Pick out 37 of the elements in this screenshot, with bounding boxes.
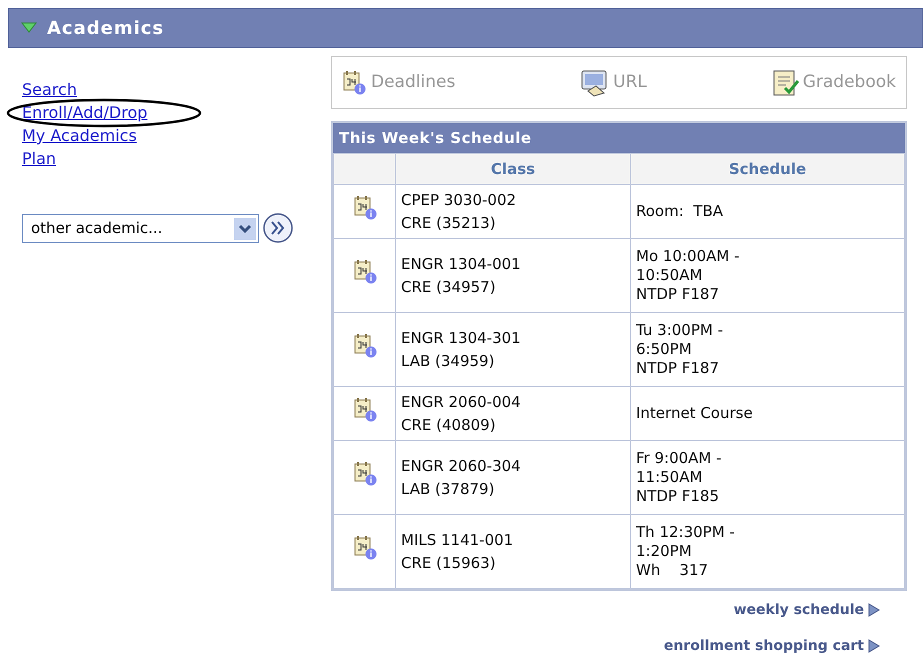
footer-link[interactable]: enrollment shopping cart: [664, 637, 880, 655]
table-cell: Mo 10:00AM - 10:50AM NTDP F187: [630, 238, 904, 312]
table-cell: Tu 3:00PM - 6:50PM NTDP F187: [630, 312, 904, 386]
table-cell: ENGR 2060-004 CRE (40809): [396, 386, 630, 440]
dropdown[interactable]: other academic...: [22, 214, 259, 243]
column-header: Schedule: [630, 154, 904, 184]
table-cell: CPEP 3030-002 CRE (35213): [396, 184, 630, 238]
table-cell: Th 12:30PM - 1:20PM Wh 317: [630, 514, 904, 588]
academics-link[interactable]: My Academics: [22, 126, 137, 145]
academics-link[interactable]: Plan: [22, 149, 56, 168]
table-cell: MILS 1141-001 CRE (15963): [396, 514, 630, 588]
calendar-info-icon[interactable]: [352, 333, 376, 360]
calendar-info-icon[interactable]: [352, 195, 376, 222]
panel-title: Academics: [47, 16, 164, 40]
calendar-info-icon[interactable]: [352, 397, 376, 424]
go-button[interactable]: [262, 212, 294, 244]
table-cell: ENGR 1304-001 CRE (34957): [396, 238, 630, 312]
table-title: This Week's Schedule: [333, 123, 905, 153]
table-cell: Room: TBA: [630, 184, 904, 238]
checklist-icon: [772, 68, 800, 96]
table-cell: Internet Course: [630, 386, 904, 440]
calendar-info-icon[interactable]: [352, 461, 376, 488]
triangle-down-icon: [21, 22, 37, 34]
chevron-down-icon: [234, 218, 256, 240]
table-cell: ENGR 1304-301 LAB (34959): [396, 312, 630, 386]
column-header: Class: [396, 154, 630, 184]
dropdown-value: other academic...: [31, 218, 162, 240]
play-arrow-icon: [868, 603, 880, 617]
panel-header[interactable]: Academics: [8, 8, 923, 48]
footer-link[interactable]: weekly schedule: [734, 601, 880, 619]
table-cell: Fr 9:00AM - 11:50AM NTDP F185: [630, 440, 904, 514]
calendar-info-icon: [342, 70, 368, 96]
academics-link[interactable]: Search: [22, 80, 77, 99]
calendar-info-icon[interactable]: [352, 259, 376, 286]
play-arrow-icon: [868, 639, 880, 653]
calendar-info-icon[interactable]: [352, 535, 376, 562]
table-cell: ENGR 2060-304 LAB (37879): [396, 440, 630, 514]
